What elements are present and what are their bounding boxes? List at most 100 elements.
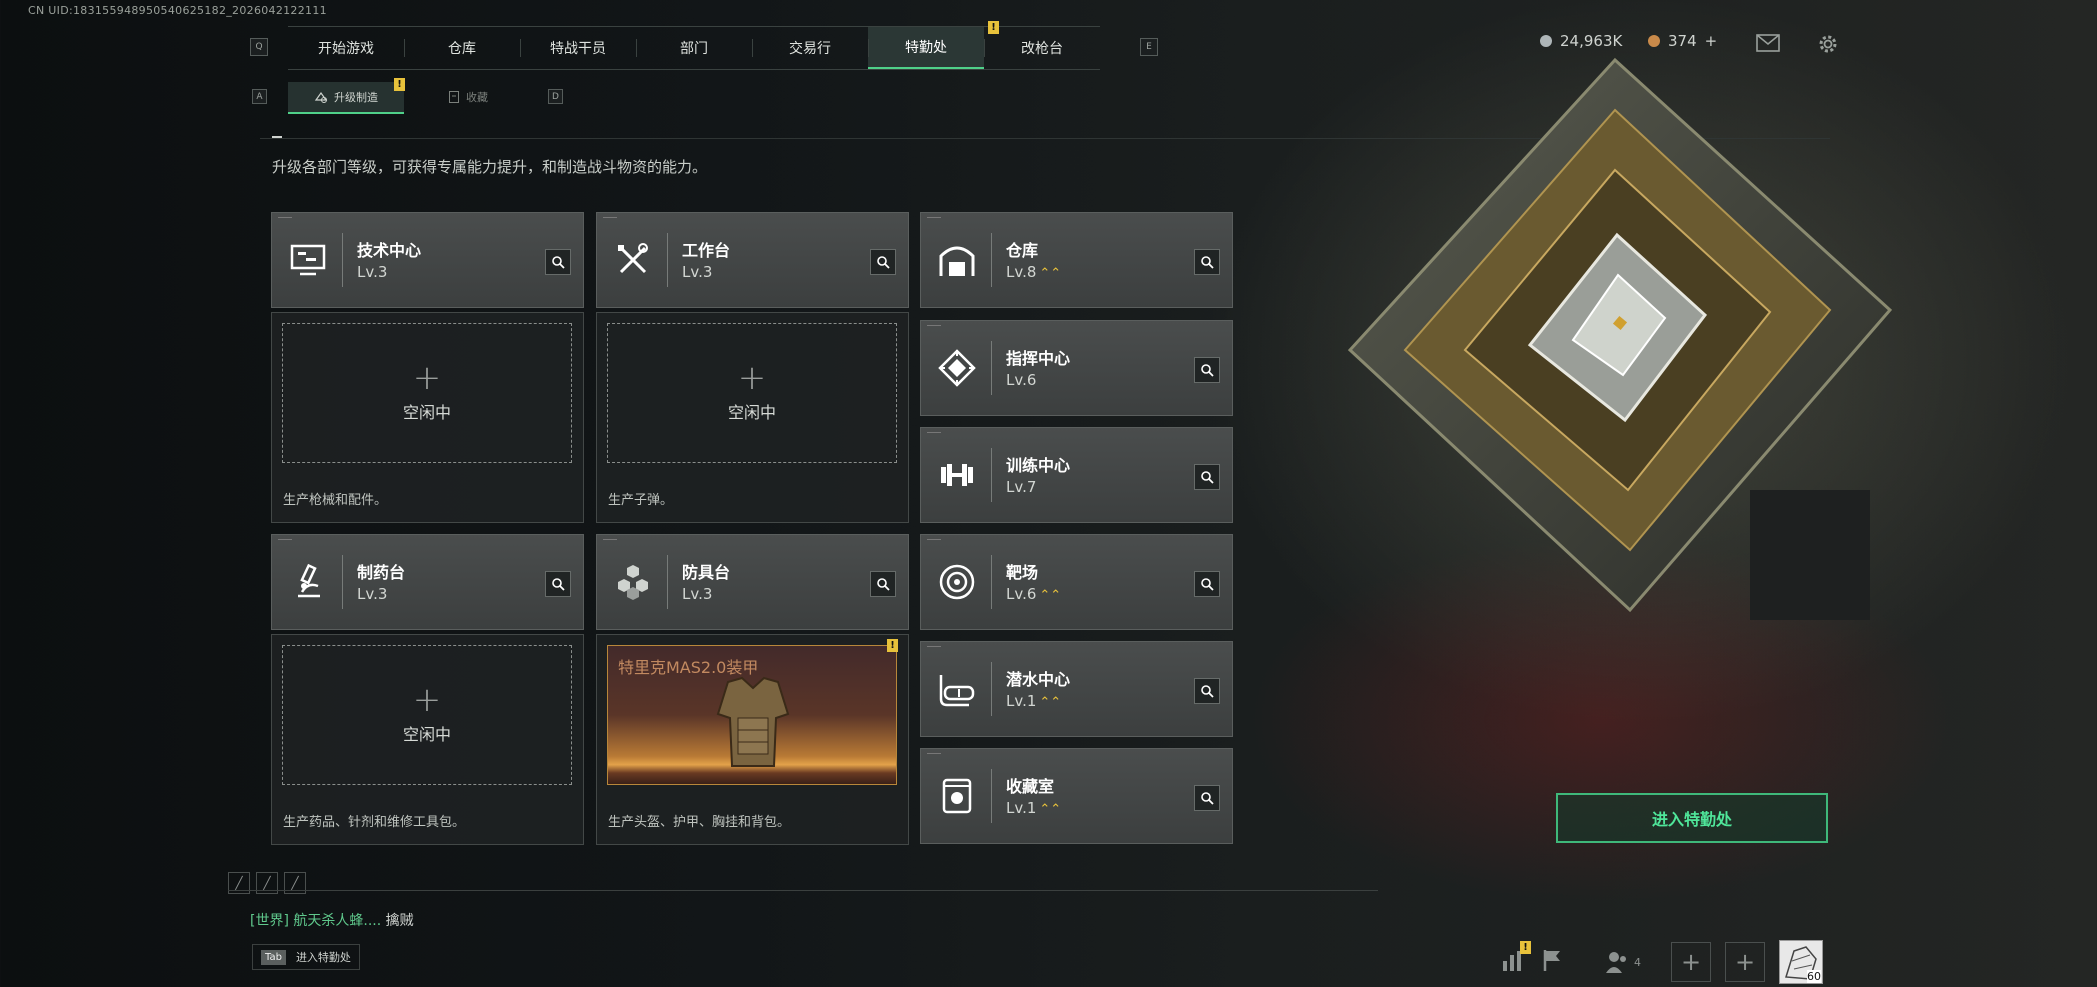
ticket-balance[interactable]: 374 + [1648,32,1717,50]
facility-level: Lv.3 [682,263,713,281]
tools-icon [611,233,655,287]
tab-special-ops[interactable]: 特勤处 [868,27,984,69]
invite-slot-button[interactable]: + [1671,942,1711,982]
facility-level: Lv.3 [357,585,388,603]
facility-title: 靶场 [1006,563,1039,582]
main-nav: 开始游戏 仓库 特战干员 部门 交易行 特勤处 改枪台 [288,26,1100,70]
coin-balance: 24,963K [1540,32,1622,50]
production-slot-pharmacy: + 空闲中 生产药品、针剂和维修工具包。 [271,634,584,845]
facility-card-pharmacy[interactable]: 制药台 Lv.3 [271,534,584,630]
facility-level: Lv.8 ⌃⌃ [1006,263,1062,281]
facility-title: 制药台 [357,563,406,582]
add-currency-button[interactable]: + [1705,32,1718,50]
player-avatar[interactable]: 60 [1779,940,1823,984]
add-production-icon: + [412,680,442,720]
facility-level: Lv.6 [1006,371,1037,389]
facility-title: 仓库 [1006,241,1039,260]
subtab-collection[interactable]: 收藏 [410,82,526,112]
idle-slot[interactable]: + 空闲中 [607,323,897,463]
facility-title: 工作台 [682,241,731,260]
production-slot-workbench: + 空闲中 生产子弹。 [596,312,909,523]
production-slot-tech-center: + 空闲中 生产枪械和配件。 [271,312,584,523]
chat-text: 擒贼 [385,913,414,929]
tab-operators[interactable]: 特战干员 [520,27,636,69]
upgrade-arrow-icon: ⌃⌃ [1039,588,1062,603]
enter-special-ops-button[interactable]: 进入特勤处 [1556,793,1828,843]
search-icon[interactable] [870,249,896,275]
slot-description: 生产头盔、护甲、胸挂和背包。 [608,815,791,830]
tab-start-game[interactable]: 开始游戏 [288,27,404,69]
diving-mask-icon [935,662,979,716]
armor-vest-image [716,676,790,767]
facility-card-training-center[interactable]: 训练中心 Lv.7 [920,427,1233,523]
stats-icon[interactable]: ! [1500,941,1531,977]
microscope-icon [286,555,330,609]
facility-card-collection-room[interactable]: 收藏室 Lv.1 ⌃⌃ [920,748,1233,844]
search-icon[interactable] [1194,464,1220,490]
facility-card-tech-center[interactable]: 技术中心 Lv.3 [271,212,584,308]
dumbbell-icon [935,448,979,502]
facility-card-diving-center[interactable]: 潜水中心 Lv.1 ⌃⌃ [920,641,1233,737]
facility-level: Lv.1 ⌃⌃ [1006,692,1062,710]
facility-title: 防具台 [682,563,731,582]
facility-card-shooting-range[interactable]: 靶场 Lv.6 ⌃⌃ [920,534,1233,630]
idle-slot[interactable]: + 空闲中 [282,645,572,785]
coin-icon [1540,35,1552,47]
tab-market[interactable]: 交易行 [752,27,868,69]
search-icon[interactable] [1194,678,1220,704]
squad-icon [1606,952,1626,973]
nav-next-key[interactable]: E [1140,38,1158,56]
computer-icon [286,233,330,287]
facility-card-workbench[interactable]: 工作台 Lv.3 [596,212,909,308]
facility-title: 指挥中心 [1006,349,1071,368]
stats-alert-badge: ! [1520,941,1531,954]
invite-slot-button[interactable]: + [1725,942,1765,982]
facility-card-command-center[interactable]: 指挥中心 Lv.6 [920,320,1233,416]
tab-gunsmith[interactable]: 改枪台 [984,27,1100,69]
facility-title: 收藏室 [1006,777,1055,796]
facility-card-armor-bench[interactable]: 防具台 Lv.3 [596,534,909,630]
cubes-icon [611,555,655,609]
slot-description: 生产枪械和配件。 [283,493,388,508]
production-item-card[interactable]: 特里克MAS2.0装甲 [607,645,897,785]
bottom-toolbar: ! 4 + + 60 [1500,940,1823,984]
upgrade-arrow-icon: ⌃⌃ [1039,266,1062,281]
facility-title: 技术中心 [357,241,422,260]
slot-description: 生产子弹。 [608,493,674,508]
squad-button[interactable]: 4 [1604,949,1641,975]
search-icon[interactable] [1194,571,1220,597]
uid-text: CN UID:183155948950540625182_20260421221… [28,4,327,17]
nav-prev-key[interactable]: Q [250,38,268,56]
search-icon[interactable] [870,571,896,597]
production-slot-armor-bench: 特里克MAS2.0装甲 ! 生产头盔、护甲、胸挂和背包。 [596,634,909,845]
tab-shortcut-hint[interactable]: Tab 进入特勤处 [252,944,360,970]
chip-icon [935,341,979,395]
facility-card-warehouse[interactable]: 仓库 Lv.8 ⌃⌃ [920,212,1233,308]
search-icon[interactable] [545,571,571,597]
search-icon[interactable] [1194,785,1220,811]
subnav-prev-key[interactable]: A [252,89,267,104]
slot-description: 生产药品、针剂和维修工具包。 [283,815,466,830]
tab-warehouse[interactable]: 仓库 [404,27,520,69]
search-icon[interactable] [1194,357,1220,383]
tab-departments[interactable]: 部门 [636,27,752,69]
craft-icon [314,91,328,103]
warehouse-icon [935,233,979,287]
add-production-icon: + [737,358,767,398]
search-icon[interactable] [1194,249,1220,275]
flag-icon[interactable] [1540,947,1566,977]
collection-icon [449,91,459,103]
special-ops-alert-badge: ! [988,21,999,34]
upgrade-alert-badge: ! [394,78,405,91]
chat-divider [228,890,1378,891]
subnav-next-key[interactable]: D [548,89,563,104]
idle-slot[interactable]: + 空闲中 [282,323,572,463]
ticket-icon [1648,35,1660,47]
chat-message[interactable]: [世界] 航天杀人蜂.... 擒贼 [250,910,414,930]
facility-level: Lv.1 ⌃⌃ [1006,799,1062,817]
production-alert-badge: ! [887,639,898,652]
facility-level: Lv.6 ⌃⌃ [1006,585,1062,603]
subtab-upgrade-craft[interactable]: 升级制造 [288,82,404,114]
search-icon[interactable] [545,249,571,275]
player-level: 60 [1807,970,1821,983]
